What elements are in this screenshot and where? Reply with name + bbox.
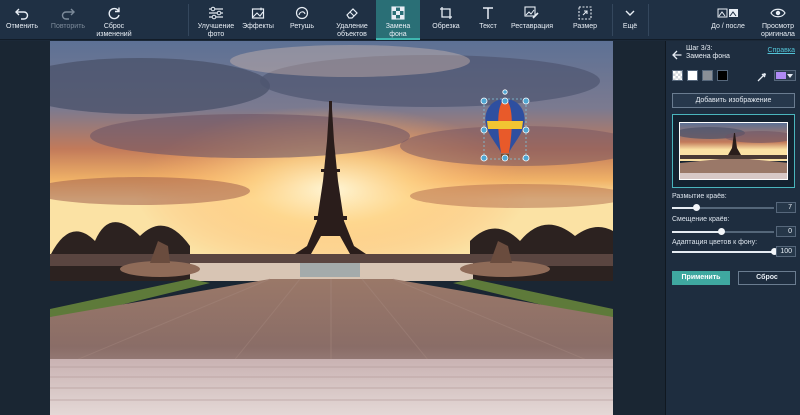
tab-retouch[interactable]: Ретушь bbox=[284, 0, 320, 40]
edge-shift-slider[interactable] bbox=[672, 228, 774, 235]
color-swatches bbox=[672, 70, 796, 82]
reset-button[interactable]: Сброс bbox=[738, 271, 796, 285]
tab-text[interactable]: Текст bbox=[472, 0, 504, 40]
retouch-icon bbox=[289, 3, 315, 23]
eye-icon bbox=[765, 3, 791, 23]
swatch-transparent[interactable] bbox=[672, 70, 683, 81]
tab-effects[interactable]: Эффекты bbox=[240, 0, 276, 40]
background-replace-panel: Шаг 3/3: Замена фона Справка Добавить из… bbox=[665, 41, 800, 415]
edge-blur-input[interactable]: 7 bbox=[776, 202, 796, 213]
tab-retouch-label: Ретушь bbox=[289, 23, 315, 30]
tab-text-label: Текст bbox=[479, 23, 497, 30]
reset-changes-label: Сброс изменений bbox=[96, 23, 132, 38]
color-picker-dropdown[interactable] bbox=[774, 70, 796, 81]
color-adapt-label: Адаптация цветов к фону: bbox=[672, 239, 758, 246]
view-original-label: Просмотр оригинала bbox=[761, 23, 795, 38]
edge-shift-input[interactable]: 0 bbox=[776, 226, 796, 237]
before-after-label: До / после bbox=[711, 23, 745, 30]
swatch-white[interactable] bbox=[687, 70, 698, 81]
add-image-button[interactable]: Добавить изображение bbox=[672, 93, 795, 108]
tab-remove-objects-label: Удаление объектов bbox=[336, 23, 368, 38]
text-icon bbox=[475, 3, 501, 23]
tab-resize[interactable]: Размер bbox=[566, 0, 604, 40]
tab-enhance[interactable]: Улучшение фото bbox=[194, 0, 238, 40]
chevron-down-icon bbox=[617, 3, 643, 23]
edge-blur-slider[interactable] bbox=[672, 204, 774, 211]
color-adapt-slider[interactable] bbox=[672, 248, 778, 255]
edge-shift-fill bbox=[672, 231, 721, 233]
tab-remove-objects[interactable]: Удаление объектов bbox=[330, 0, 374, 40]
photo-canvas[interactable] bbox=[50, 41, 613, 415]
help-link[interactable]: Справка bbox=[768, 47, 795, 54]
tab-crop[interactable]: Обрезка bbox=[428, 0, 464, 40]
caret-down-icon bbox=[787, 74, 793, 78]
top-toolbar: Отменить Повторить Сброс изменений Улучш… bbox=[0, 0, 800, 40]
redo-label: Повторить bbox=[50, 23, 86, 30]
apply-button[interactable]: Применить bbox=[672, 271, 730, 285]
redo-button[interactable]: Повторить bbox=[46, 0, 90, 40]
reset-changes-button[interactable]: Сброс изменений bbox=[92, 0, 136, 40]
step-title: Шаг 3/3: Замена фона bbox=[686, 45, 730, 60]
redo-icon bbox=[55, 3, 81, 23]
effects-icon bbox=[245, 3, 271, 23]
edge-blur-label: Размытие краёв: bbox=[672, 193, 727, 200]
edge-shift-knob[interactable] bbox=[717, 228, 725, 235]
undo-button[interactable]: Отменить bbox=[0, 0, 44, 40]
edge-shift-label: Смещение краёв: bbox=[672, 216, 730, 223]
tab-restoration-label: Реставрация bbox=[511, 23, 553, 30]
crop-icon bbox=[433, 3, 459, 23]
view-original-button[interactable]: Просмотр оригинала bbox=[756, 0, 800, 40]
paris-sunset-photo bbox=[50, 41, 613, 415]
eraser-icon bbox=[339, 3, 365, 23]
picked-color-chip bbox=[776, 72, 786, 79]
more-label: Ещё bbox=[622, 23, 638, 30]
toolbar-divider bbox=[648, 4, 649, 36]
refresh-icon bbox=[101, 3, 127, 23]
undo-label: Отменить bbox=[6, 23, 38, 30]
tab-effects-label: Эффекты bbox=[242, 23, 274, 30]
more-button[interactable]: Ещё bbox=[616, 0, 644, 40]
tab-background-replace-label: Замена фона bbox=[385, 23, 411, 38]
color-adapt-input[interactable]: 100 bbox=[776, 246, 796, 257]
tab-enhance-label: Улучшение фото bbox=[197, 23, 235, 38]
tab-restoration[interactable]: Реставрация bbox=[508, 0, 556, 40]
background-replace-icon bbox=[385, 3, 411, 23]
color-adapt-fill bbox=[672, 251, 774, 253]
back-arrow-icon[interactable] bbox=[672, 47, 682, 60]
before-after-button[interactable]: До / после bbox=[704, 0, 752, 40]
canvas-area bbox=[0, 41, 665, 415]
undo-icon bbox=[9, 3, 35, 23]
tab-background-replace[interactable]: Замена фона bbox=[376, 0, 420, 40]
restoration-icon bbox=[519, 3, 545, 23]
toolbar-divider bbox=[612, 4, 613, 36]
background-thumbnail[interactable] bbox=[672, 114, 795, 188]
before-after-icon bbox=[715, 3, 741, 23]
thumbnail-image bbox=[679, 122, 788, 180]
toolbar-divider bbox=[188, 4, 189, 36]
panel-header: Шаг 3/3: Замена фона Справка bbox=[666, 41, 800, 63]
swatch-black[interactable] bbox=[717, 70, 728, 81]
tab-resize-label: Размер bbox=[572, 23, 598, 30]
sliders-icon bbox=[203, 3, 229, 23]
swatch-gray[interactable] bbox=[702, 70, 713, 81]
edge-blur-knob[interactable] bbox=[693, 204, 701, 211]
eyedropper-icon[interactable] bbox=[756, 70, 767, 82]
tab-crop-label: Обрезка bbox=[432, 23, 460, 30]
resize-icon bbox=[572, 3, 598, 23]
